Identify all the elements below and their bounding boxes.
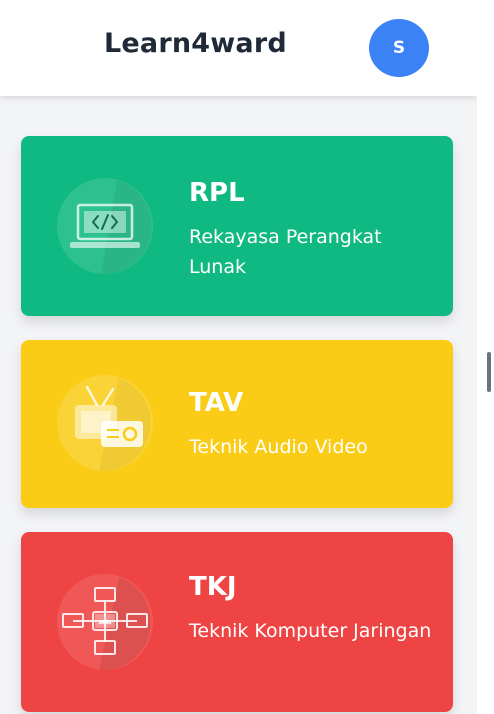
radio-tv-icon: [57, 375, 153, 471]
app-window: Learn4ward S RPL Rekayasa Perangkat Luna…: [0, 0, 477, 714]
top-bar: Learn4ward S: [0, 0, 477, 96]
course-name: Rekayasa Perangkat Lunak: [189, 226, 382, 278]
laptop-code-icon: [57, 178, 153, 274]
user-avatar[interactable]: S: [369, 19, 429, 77]
course-code: RPL: [189, 178, 245, 208]
resize-handle[interactable]: [487, 352, 491, 392]
course-name: Teknik Audio Video: [189, 436, 368, 458]
course-card-tkj[interactable]: TKJ Teknik Komputer Jaringan: [21, 532, 453, 712]
course-card-tav[interactable]: TAV Teknik Audio Video: [21, 340, 453, 508]
course-name: Teknik Komputer Jaringan: [189, 620, 432, 642]
course-card-rpl[interactable]: RPL Rekayasa Perangkat Lunak: [21, 136, 453, 316]
course-code: TAV: [189, 388, 244, 418]
course-code: TKJ: [189, 572, 237, 602]
network-icon: [57, 574, 153, 670]
brand-title: Learn4ward: [104, 28, 287, 59]
